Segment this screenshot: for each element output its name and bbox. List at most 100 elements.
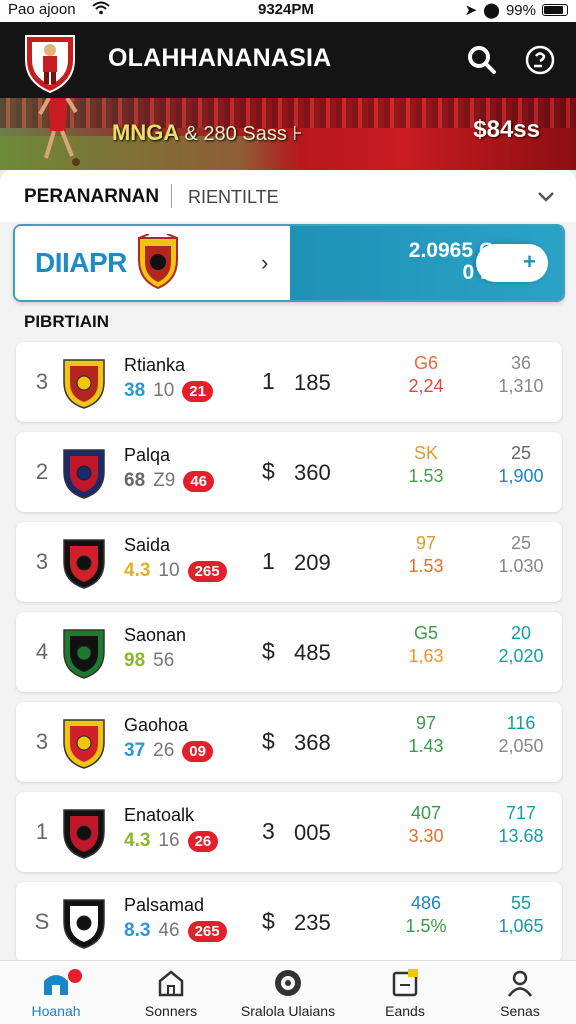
- add-button[interactable]: +: [476, 244, 548, 282]
- team-odds-col1[interactable]: 97 1.53: [396, 532, 456, 578]
- nav-label: Senas: [500, 1003, 540, 1019]
- home-icon: [6, 967, 106, 999]
- nav-item-2[interactable]: Sonners: [121, 967, 221, 1024]
- team-row[interactable]: 1 Enatoalk 4.3 16 26 3 005 407 3.30 717 13.68: [16, 792, 562, 872]
- clock: 9324PM: [258, 1, 314, 18]
- team-odds-col1[interactable]: G5 1,63: [396, 622, 456, 668]
- app-title: OLAHHANANASIA: [108, 44, 332, 72]
- notification-dot: [68, 969, 82, 983]
- banner-headline: MNGA & 280 Sass ⊦: [112, 120, 303, 146]
- team-odds-col2-bottom: 13.68: [498, 826, 544, 846]
- team-amount: 485: [294, 640, 331, 665]
- player-image: [38, 98, 80, 166]
- nav-item-4[interactable]: Eands: [355, 967, 455, 1024]
- wallet-icon: [355, 967, 455, 999]
- team-logo-icon: [63, 449, 105, 499]
- team-stat-b: 46: [158, 920, 180, 941]
- nav-item-5[interactable]: Senas: [470, 967, 570, 1024]
- team-stat-b: 10: [158, 560, 180, 581]
- team-symbol: $: [262, 638, 275, 664]
- team-rank: 3: [35, 369, 49, 394]
- team-badge: 21: [182, 380, 213, 402]
- hero-banner[interactable]: MNGA & 280 Sass ⊦ $84ss: [0, 98, 576, 170]
- tab-bar: PERANARNAN RIENTILTE: [0, 170, 576, 222]
- team-odds-col1[interactable]: 97 1.43: [396, 712, 456, 758]
- team-amount: 368: [294, 730, 331, 755]
- banner-price: $84ss: [473, 116, 540, 143]
- team-stat-a: 8.3: [124, 920, 151, 941]
- club-crest-icon[interactable]: [20, 30, 80, 94]
- team-stat-b: Z9: [153, 470, 176, 491]
- banner-text-sub: & 280 Sass ⊦: [184, 123, 303, 145]
- featured-crest-icon: [138, 234, 178, 290]
- team-odds-col2-bottom: 1.030: [498, 556, 544, 576]
- nav-arrow-icon: ➤: [464, 2, 478, 19]
- team-rank: 2: [35, 459, 49, 484]
- team-odds-col2-top: 55: [510, 893, 532, 913]
- team-odds-col1[interactable]: SK 1.53: [396, 442, 456, 488]
- chat-help-icon[interactable]: [522, 42, 558, 78]
- team-stat-a: 4.3: [124, 560, 151, 581]
- team-odds-col2[interactable]: 55 1,065: [488, 892, 554, 938]
- team-odds-col2-bottom: 1,310: [498, 376, 544, 396]
- team-stat-b: 10: [153, 380, 175, 401]
- team-logo-icon: [63, 899, 105, 949]
- team-odds-col2[interactable]: 25 1,900: [488, 442, 554, 488]
- chevron-right-icon[interactable]: ›: [261, 250, 268, 276]
- team-logo-icon: [63, 719, 105, 769]
- team-stat-b: 26: [153, 740, 175, 761]
- team-rank: 3: [35, 729, 49, 754]
- team-odds-col1[interactable]: 486 1.5%: [396, 892, 456, 938]
- team-stats: 4.3 10 265: [124, 560, 227, 582]
- team-name: Rtianka: [124, 355, 186, 375]
- app-header: OLAHHANANASIA: [0, 22, 576, 98]
- team-odds-col1[interactable]: G6 2,24: [396, 352, 456, 398]
- status-bar: Pao ajoon 9324PM ➤ ⬤ 99%: [0, 0, 576, 22]
- team-row[interactable]: 2 Palqa 68 Z9 46 $360 SK 1.53 25 1,900: [16, 432, 562, 512]
- team-stats: 38 10 21: [124, 380, 213, 402]
- tab-secondary[interactable]: RIENTILTE: [188, 187, 279, 208]
- team-odds-col1-top: 97: [415, 533, 437, 553]
- battery-icon: [542, 4, 568, 16]
- chevron-down-icon[interactable]: [536, 186, 556, 206]
- nav-item-1[interactable]: Hoanah: [6, 967, 106, 1024]
- team-row[interactable]: 4 Saonan 98 56 $485 G5 1,63 20 2,020: [16, 612, 562, 692]
- search-icon[interactable]: [464, 42, 500, 78]
- tab-primary[interactable]: PERANARNAN: [24, 186, 159, 208]
- team-odds-col2[interactable]: 116 2,050: [488, 712, 554, 758]
- team-odds-col1-bottom: 2,24: [408, 376, 444, 396]
- team-odds-col2[interactable]: 36 1,310: [488, 352, 554, 398]
- tab-divider: [171, 184, 172, 208]
- team-odds-col1-top: G5: [413, 623, 438, 643]
- location-icon: ⬤: [483, 2, 500, 19]
- team-stat-a: 68: [124, 470, 146, 491]
- team-row[interactable]: 3 Gaohoa 37 26 09 $368 97 1.43 116 2,050: [16, 702, 562, 782]
- target-icon: [238, 967, 338, 999]
- team-odds-col1-bottom: 3.30: [408, 826, 444, 846]
- featured-card-left: DIIAPR ›: [15, 226, 290, 300]
- team-odds-col2-top: 20: [510, 623, 532, 643]
- team-odds-col1[interactable]: 407 3.30: [396, 802, 456, 848]
- nav-label: Sralola Ulaians: [240, 1003, 336, 1019]
- team-stats: 8.3 46 265: [124, 920, 227, 942]
- team-symbol: 1: [262, 548, 275, 574]
- bottom-nav: Hoanah Sonners Sralola Ulaians Eands Senas: [0, 960, 576, 1024]
- team-symbol: 1: [262, 368, 275, 394]
- team-amount: 209: [294, 550, 331, 575]
- team-name: Palqa: [124, 445, 171, 465]
- featured-card[interactable]: DIIAPR › 2.0965 C 0 E +: [13, 224, 565, 302]
- team-odds-col2[interactable]: 20 2,020: [488, 622, 554, 668]
- nav-item-3[interactable]: Sralola Ulaians: [238, 967, 338, 1024]
- team-odds-col1-top: 97: [415, 713, 437, 733]
- team-odds-col2-bottom: 2,020: [498, 646, 544, 666]
- team-odds-col2-top: 717: [505, 803, 537, 823]
- section-title: PIBRTIAIN: [24, 312, 109, 331]
- team-odds-col2[interactable]: 717 13.68: [488, 802, 554, 848]
- team-rank: 1: [35, 819, 49, 844]
- team-row[interactable]: S Palsamad 8.3 46 265 $235 486 1.5% 55 1,065: [16, 882, 562, 962]
- team-row[interactable]: 3 Rtianka 38 10 21 1 185 G6 2,24 36 1,310: [16, 342, 562, 422]
- team-stat-a: 4.3: [124, 830, 151, 851]
- team-badge: 265: [187, 920, 227, 942]
- team-row[interactable]: 3 Saida 4.3 10 265 1 209 97 1.53 25 1.030: [16, 522, 562, 602]
- team-odds-col2[interactable]: 25 1.030: [488, 532, 554, 578]
